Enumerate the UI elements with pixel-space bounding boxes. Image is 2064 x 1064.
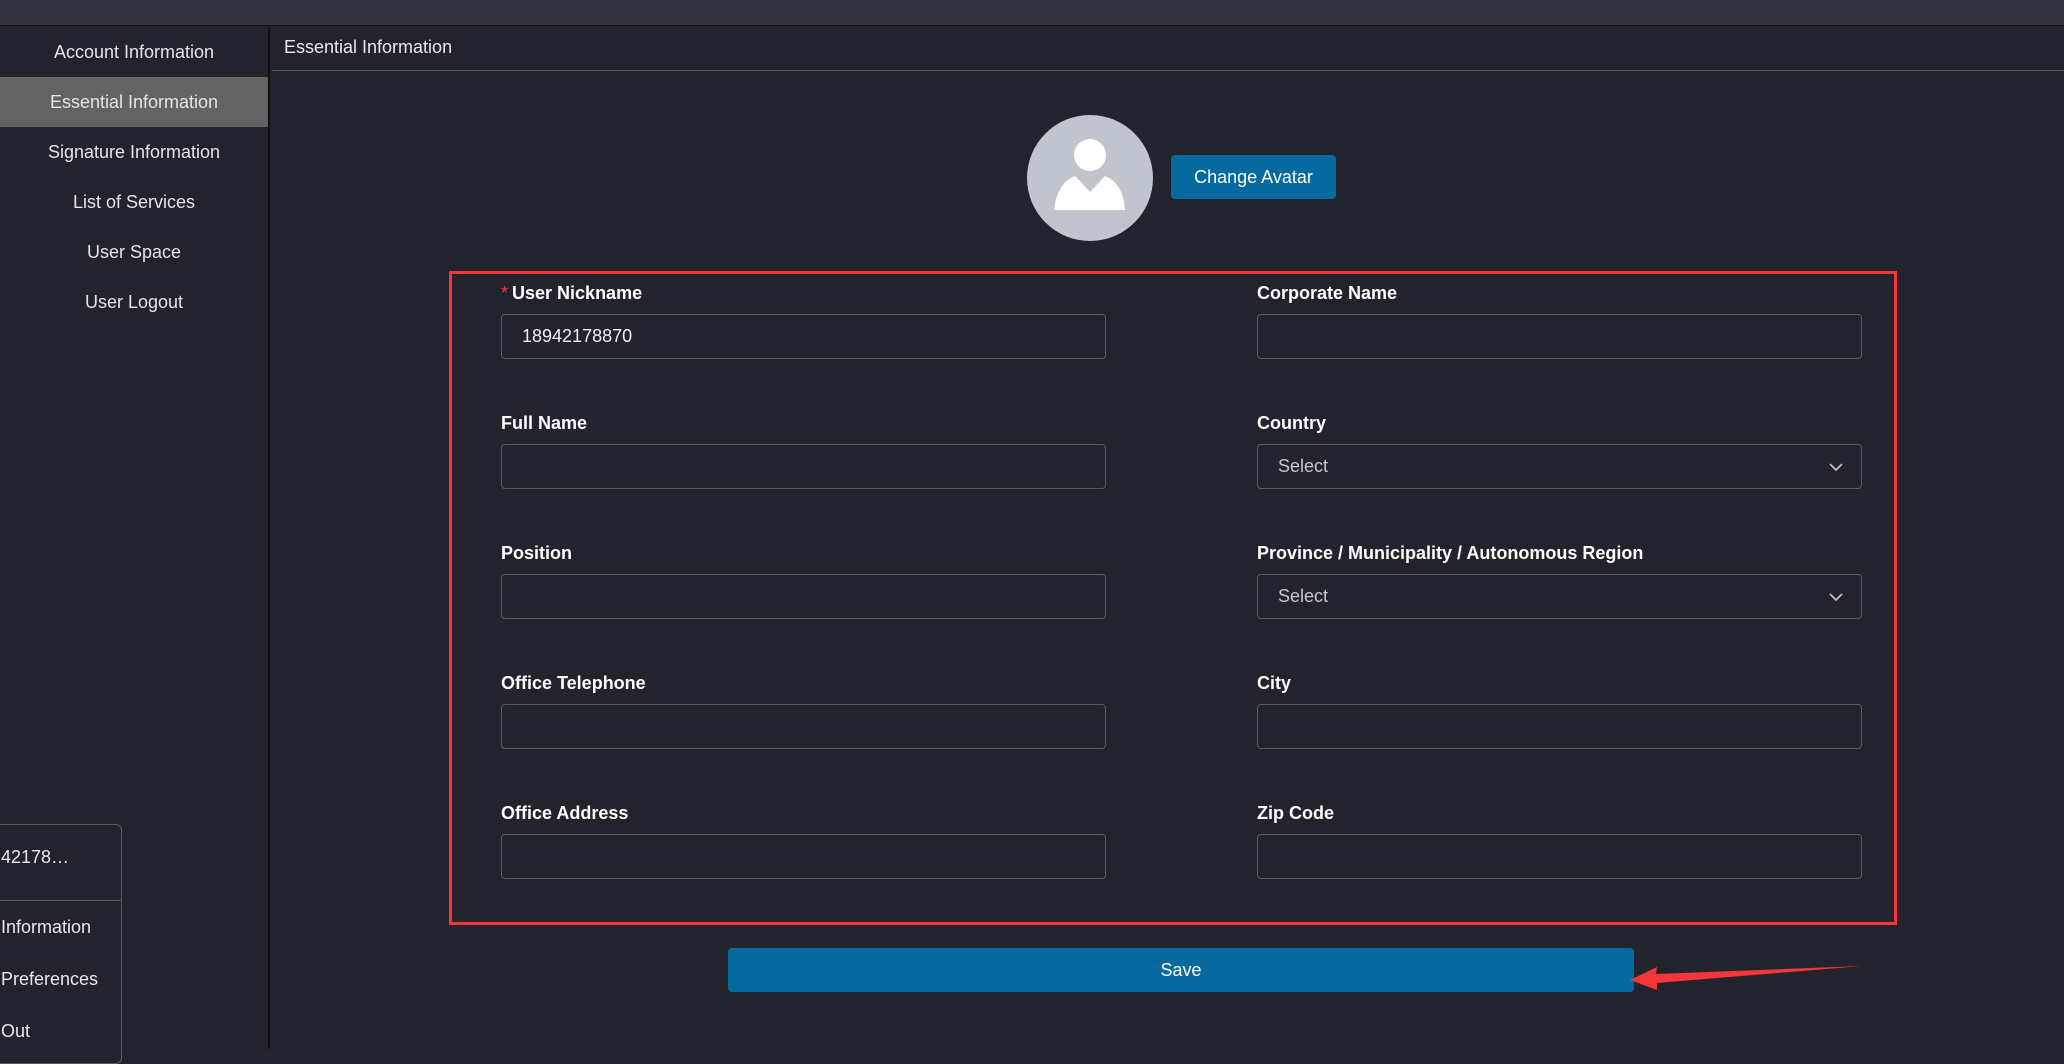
label-text: Province / Municipality / Autonomous Reg… bbox=[1257, 543, 1644, 563]
sidebar-item-user-logout[interactable]: User Logout bbox=[0, 277, 268, 327]
user-nickname-input[interactable]: 18942178870 bbox=[501, 314, 1106, 359]
corporate-name-label: Corporate Name bbox=[1257, 283, 1862, 313]
field-value: Select bbox=[1278, 456, 1329, 476]
field-office-address: Office Address bbox=[501, 803, 1106, 879]
country-select[interactable]: Select bbox=[1257, 444, 1862, 489]
zip-code-input[interactable] bbox=[1257, 834, 1862, 879]
save-button[interactable]: Save bbox=[728, 948, 1634, 992]
office-address-label: Office Address bbox=[501, 803, 1106, 833]
field-full-name: Full Name bbox=[501, 413, 1106, 489]
city-label: City bbox=[1257, 673, 1862, 703]
sidebar-item-user-space[interactable]: User Space bbox=[0, 227, 268, 277]
city-input[interactable] bbox=[1257, 704, 1862, 749]
popup-username: 42178… bbox=[0, 825, 121, 901]
field-country: Country Select bbox=[1257, 413, 1862, 489]
field-position: Position bbox=[501, 543, 1106, 619]
field-corporate-name: Corporate Name bbox=[1257, 283, 1862, 359]
label-text: Full Name bbox=[501, 413, 588, 433]
annotation-arrow bbox=[1630, 966, 1862, 990]
label-text: Country bbox=[1257, 413, 1326, 433]
field-province-municipality-autonomous-region: Province / Municipality / Autonomous Reg… bbox=[1257, 543, 1862, 619]
field-value: 18942178870 bbox=[522, 326, 633, 346]
change-avatar-button[interactable]: Change Avatar bbox=[1171, 155, 1336, 199]
sidebar-item-essential-information[interactable]: Essential Information bbox=[0, 77, 268, 127]
popup-item-preferences[interactable]: Preferences bbox=[0, 953, 121, 1005]
popup-item-information[interactable]: Information bbox=[0, 901, 121, 953]
corporate-name-input[interactable] bbox=[1257, 314, 1862, 359]
label-text: Position bbox=[501, 543, 572, 563]
office-telephone-input[interactable] bbox=[501, 704, 1106, 749]
field-user-nickname: * User Nickname 18942178870 bbox=[501, 283, 1106, 359]
country-label: Country bbox=[1257, 413, 1862, 443]
sidebar-item-account-information[interactable]: Account Information bbox=[0, 27, 268, 77]
province-municipality-autonomous-region-label: Province / Municipality / Autonomous Reg… bbox=[1257, 543, 1862, 573]
chevron-down-icon bbox=[1829, 462, 1843, 471]
label-text: Office Address bbox=[501, 803, 629, 823]
sidebar-item-list-of-services[interactable]: List of Services bbox=[0, 177, 268, 227]
label-text: Zip Code bbox=[1257, 803, 1334, 823]
full-name-label: Full Name bbox=[501, 413, 1106, 443]
field-office-telephone: Office Telephone bbox=[501, 673, 1106, 749]
full-name-input[interactable] bbox=[501, 444, 1106, 489]
zip-code-label: Zip Code bbox=[1257, 803, 1862, 833]
office-telephone-label: Office Telephone bbox=[501, 673, 1106, 703]
user-placeholder-icon bbox=[1054, 139, 1125, 210]
label-text: City bbox=[1257, 673, 1292, 693]
label-text: Corporate Name bbox=[1257, 283, 1398, 303]
avatar bbox=[1027, 115, 1153, 241]
province-municipality-autonomous-region-select[interactable]: Select bbox=[1257, 574, 1862, 619]
field-value: Select bbox=[1278, 586, 1329, 606]
position-label: Position bbox=[501, 543, 1106, 573]
user-popup-menu: 42178… Information Preferences Out bbox=[0, 824, 122, 1064]
position-input[interactable] bbox=[501, 574, 1106, 619]
page-title: Essential Information bbox=[272, 27, 2064, 71]
office-address-input[interactable] bbox=[501, 834, 1106, 879]
field-city: City bbox=[1257, 673, 1862, 749]
chevron-down-icon bbox=[1829, 592, 1843, 601]
popup-item-logout[interactable]: Out bbox=[0, 1005, 121, 1057]
sidebar-item-signature-information[interactable]: Signature Information bbox=[0, 127, 268, 177]
top-bar bbox=[0, 0, 2064, 26]
user-nickname-label: * User Nickname bbox=[501, 283, 1106, 313]
label-text: Office Telephone bbox=[501, 673, 646, 693]
field-zip-code: Zip Code bbox=[1257, 803, 1862, 879]
label-text: User Nickname bbox=[512, 283, 643, 303]
required-mark: * bbox=[501, 283, 509, 303]
